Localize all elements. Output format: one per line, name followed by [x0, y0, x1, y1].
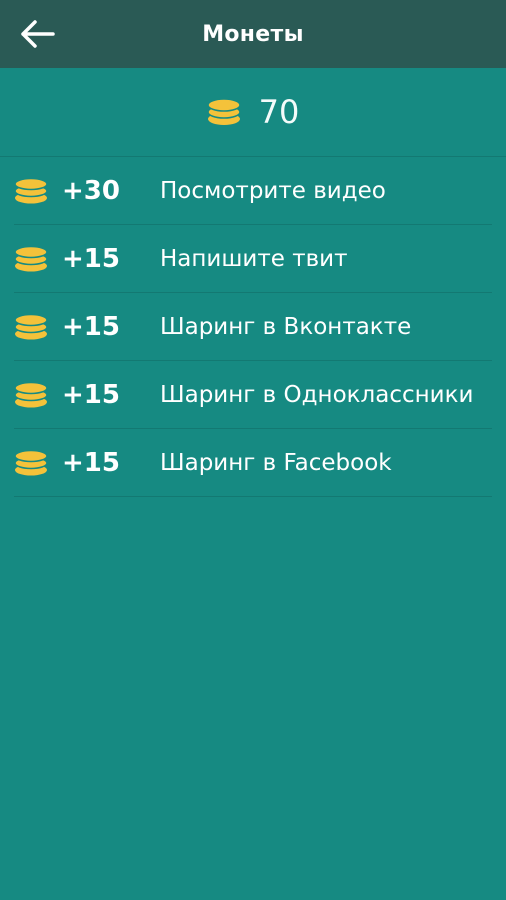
coin-balance-value: 70: [258, 93, 300, 131]
reward-amount: +15: [62, 447, 120, 478]
reward-amount: +30: [62, 175, 120, 206]
coin-stack-icon: [14, 449, 48, 476]
reward-row-vkontakte[interactable]: +15 Шаринг в Вконтакте: [14, 293, 492, 361]
reward-amount: +15: [62, 311, 120, 342]
reward-label: Напишите твит: [160, 245, 348, 272]
reward-amount: +15: [62, 243, 120, 274]
reward-row-video[interactable]: +30 Посмотрите видео: [14, 157, 492, 225]
coin-stack-icon: [14, 381, 48, 408]
arrow-left-icon: [21, 20, 55, 48]
page-title: Монеты: [202, 21, 304, 47]
coin-stack-icon: [14, 245, 48, 272]
reward-row-odnoklassniki[interactable]: +15 Шаринг в Одноклассники: [14, 361, 492, 429]
rewards-list: +30 Посмотрите видео +15 Напишите твит +…: [0, 157, 506, 497]
back-button[interactable]: [16, 14, 60, 54]
reward-row-tweet[interactable]: +15 Напишите твит: [14, 225, 492, 293]
coin-stack-icon: [14, 177, 48, 204]
reward-label: Шаринг в Facebook: [160, 449, 392, 476]
reward-label: Посмотрите видео: [160, 177, 386, 204]
coin-stack-icon: [14, 313, 48, 340]
app-header: Монеты: [0, 0, 506, 68]
reward-label: Шаринг в Вконтакте: [160, 313, 412, 340]
coin-stack-icon: [206, 98, 241, 126]
reward-row-facebook[interactable]: +15 Шаринг в Facebook: [14, 429, 492, 497]
reward-label: Шаринг в Одноклассники: [160, 381, 474, 408]
reward-amount: +15: [62, 379, 120, 410]
coin-balance: 70: [0, 68, 506, 157]
